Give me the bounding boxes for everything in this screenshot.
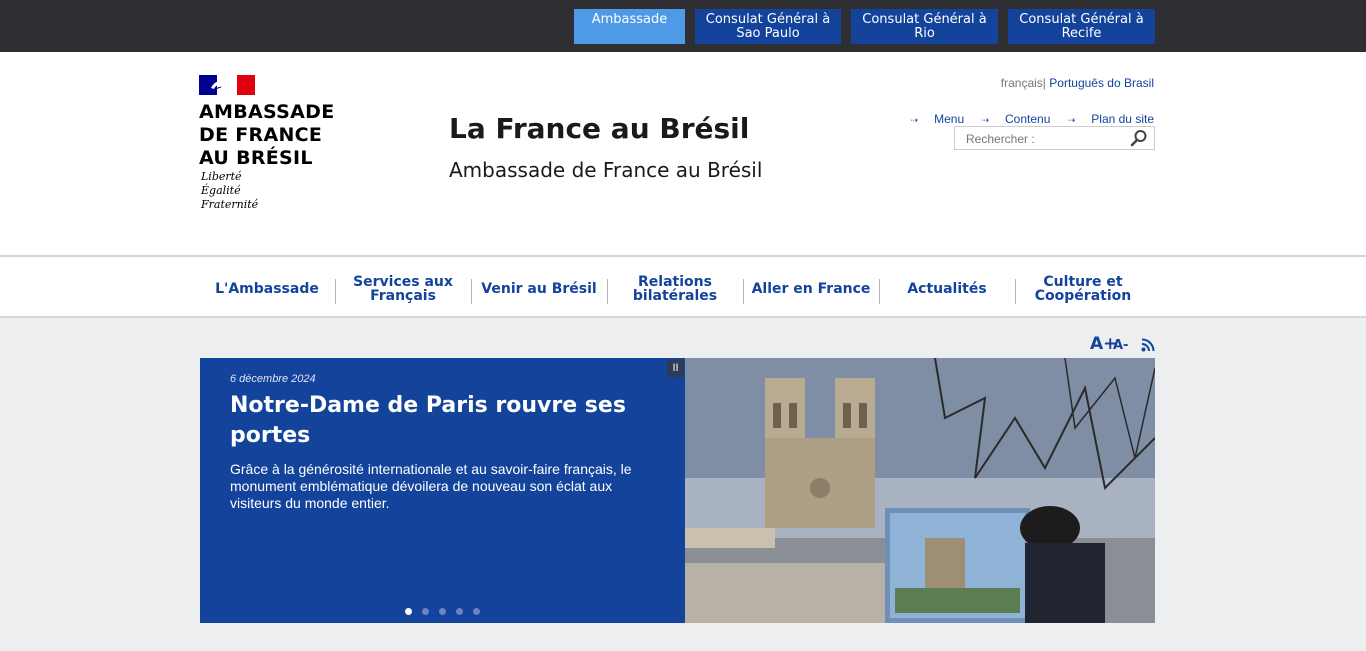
motto: Liberté Égalité Fraternité [201, 170, 258, 212]
nav-label: Services aux Français [353, 274, 453, 304]
nav-item-venir-au-bresil[interactable]: Venir au Brésil [471, 274, 607, 304]
tab-label: Ambassade [591, 12, 668, 27]
slide-date: 6 décembre 2024 [230, 373, 316, 385]
nav-item-ambassade[interactable]: L'Ambassade [199, 274, 335, 304]
carousel-dot[interactable] [473, 608, 480, 615]
notre-dame-photo [685, 358, 1155, 623]
language-link-portuguese[interactable]: Português do Brasil [1049, 76, 1154, 90]
quicklink-menu[interactable]: ⇢ Menu [911, 112, 965, 126]
nav-label: Actualités [907, 281, 987, 297]
marianne-flag-logo[interactable] [199, 75, 255, 95]
decrease-font-button[interactable]: A- [1113, 338, 1128, 353]
tab-ambassade[interactable]: Ambassade [574, 9, 685, 44]
slide-image[interactable] [685, 358, 1155, 623]
motto-line: Fraternité [201, 198, 259, 211]
slide-text: Grâce à la générosité internationale et … [230, 461, 632, 511]
institution-line: AU BRÉSIL [199, 147, 313, 169]
institution-block[interactable]: AMBASSADE DE FRANCE AU BRÉSIL [199, 101, 334, 170]
quicklink-label: Plan du site [1091, 112, 1154, 126]
nav-item-culture-et-cooperation[interactable]: Culture et Coopération [1015, 274, 1151, 304]
tab-label: Consulat Général à Rio [862, 12, 987, 41]
tab-label: Consulat Général à Sao Paulo [705, 12, 831, 41]
top-bar: Ambassade Consulat Général à Sao Paulo C… [0, 0, 1366, 52]
tab-consulat-recife[interactable]: Consulat Général à Recife [1008, 9, 1155, 44]
motto-line: Égalité [201, 184, 241, 197]
nav-label: Venir au Brésil [481, 281, 597, 297]
quicklink-label: Contenu [1005, 112, 1051, 126]
search-icon[interactable] [1130, 129, 1148, 147]
institution-line: DE FRANCE [199, 124, 323, 146]
tab-label: Consulat Général à Recife [1019, 12, 1144, 41]
search-input[interactable] [964, 131, 1128, 147]
nav-item-services-aux-francais[interactable]: Services aux Français [335, 274, 471, 304]
nav-item-aller-en-france[interactable]: Aller en France [743, 274, 879, 304]
rss-icon[interactable] [1141, 338, 1155, 352]
search-box [954, 126, 1155, 150]
nav-label: Culture et Coopération [1034, 274, 1132, 304]
quick-links: ⇢ Menu ⇢ Contenu ⇢ Plan du site [897, 112, 1154, 126]
language-current: français [1000, 76, 1043, 90]
institution-line: AMBASSADE [199, 101, 335, 123]
carousel-dots [405, 602, 490, 620]
tab-consulat-rio[interactable]: Consulat Général à Rio [851, 9, 998, 44]
carousel-dot[interactable] [456, 608, 463, 615]
tab-consulat-sao-paulo[interactable]: Consulat Général à Sao Paulo [695, 9, 841, 44]
language-separator: | [1042, 76, 1046, 90]
carousel-slide[interactable]: 6 décembre 2024 Notre-Dame de Paris rouv… [200, 358, 685, 623]
nav-label: Aller en France [751, 281, 871, 297]
slide-title[interactable]: Notre-Dame de Paris rouvre ses portes [230, 391, 650, 451]
arrow-icon: ⇢ [1067, 115, 1076, 125]
quicklink-plan-du-site[interactable]: ⇢ Plan du site [1068, 112, 1154, 126]
nav-item-actualites[interactable]: Actualités [879, 274, 1015, 304]
language-switcher: français| Português do Brasil [1001, 76, 1154, 90]
carousel-pause-button[interactable]: II [667, 360, 684, 377]
motto-line: Liberté [201, 170, 242, 183]
carousel-dot[interactable] [439, 608, 446, 615]
quicklink-label: Menu [934, 112, 965, 126]
main-navigation: L'Ambassade Services aux Français Venir … [0, 257, 1366, 318]
quicklink-contenu[interactable]: ⇢ Contenu [981, 112, 1050, 126]
carousel-dot[interactable] [405, 608, 412, 615]
arrow-icon: ⇢ [910, 115, 919, 125]
site-subtitle: Ambassade de France au Brésil [449, 158, 763, 182]
nav-label: L'Ambassade [215, 281, 319, 297]
nav-item-relations-bilaterales[interactable]: Relations bilatérales [607, 274, 743, 304]
nav-label: Relations bilatérales [632, 274, 718, 304]
site-title[interactable]: La France au Brésil [449, 112, 749, 145]
arrow-icon: ⇢ [981, 115, 990, 125]
carousel-dot[interactable] [422, 608, 429, 615]
